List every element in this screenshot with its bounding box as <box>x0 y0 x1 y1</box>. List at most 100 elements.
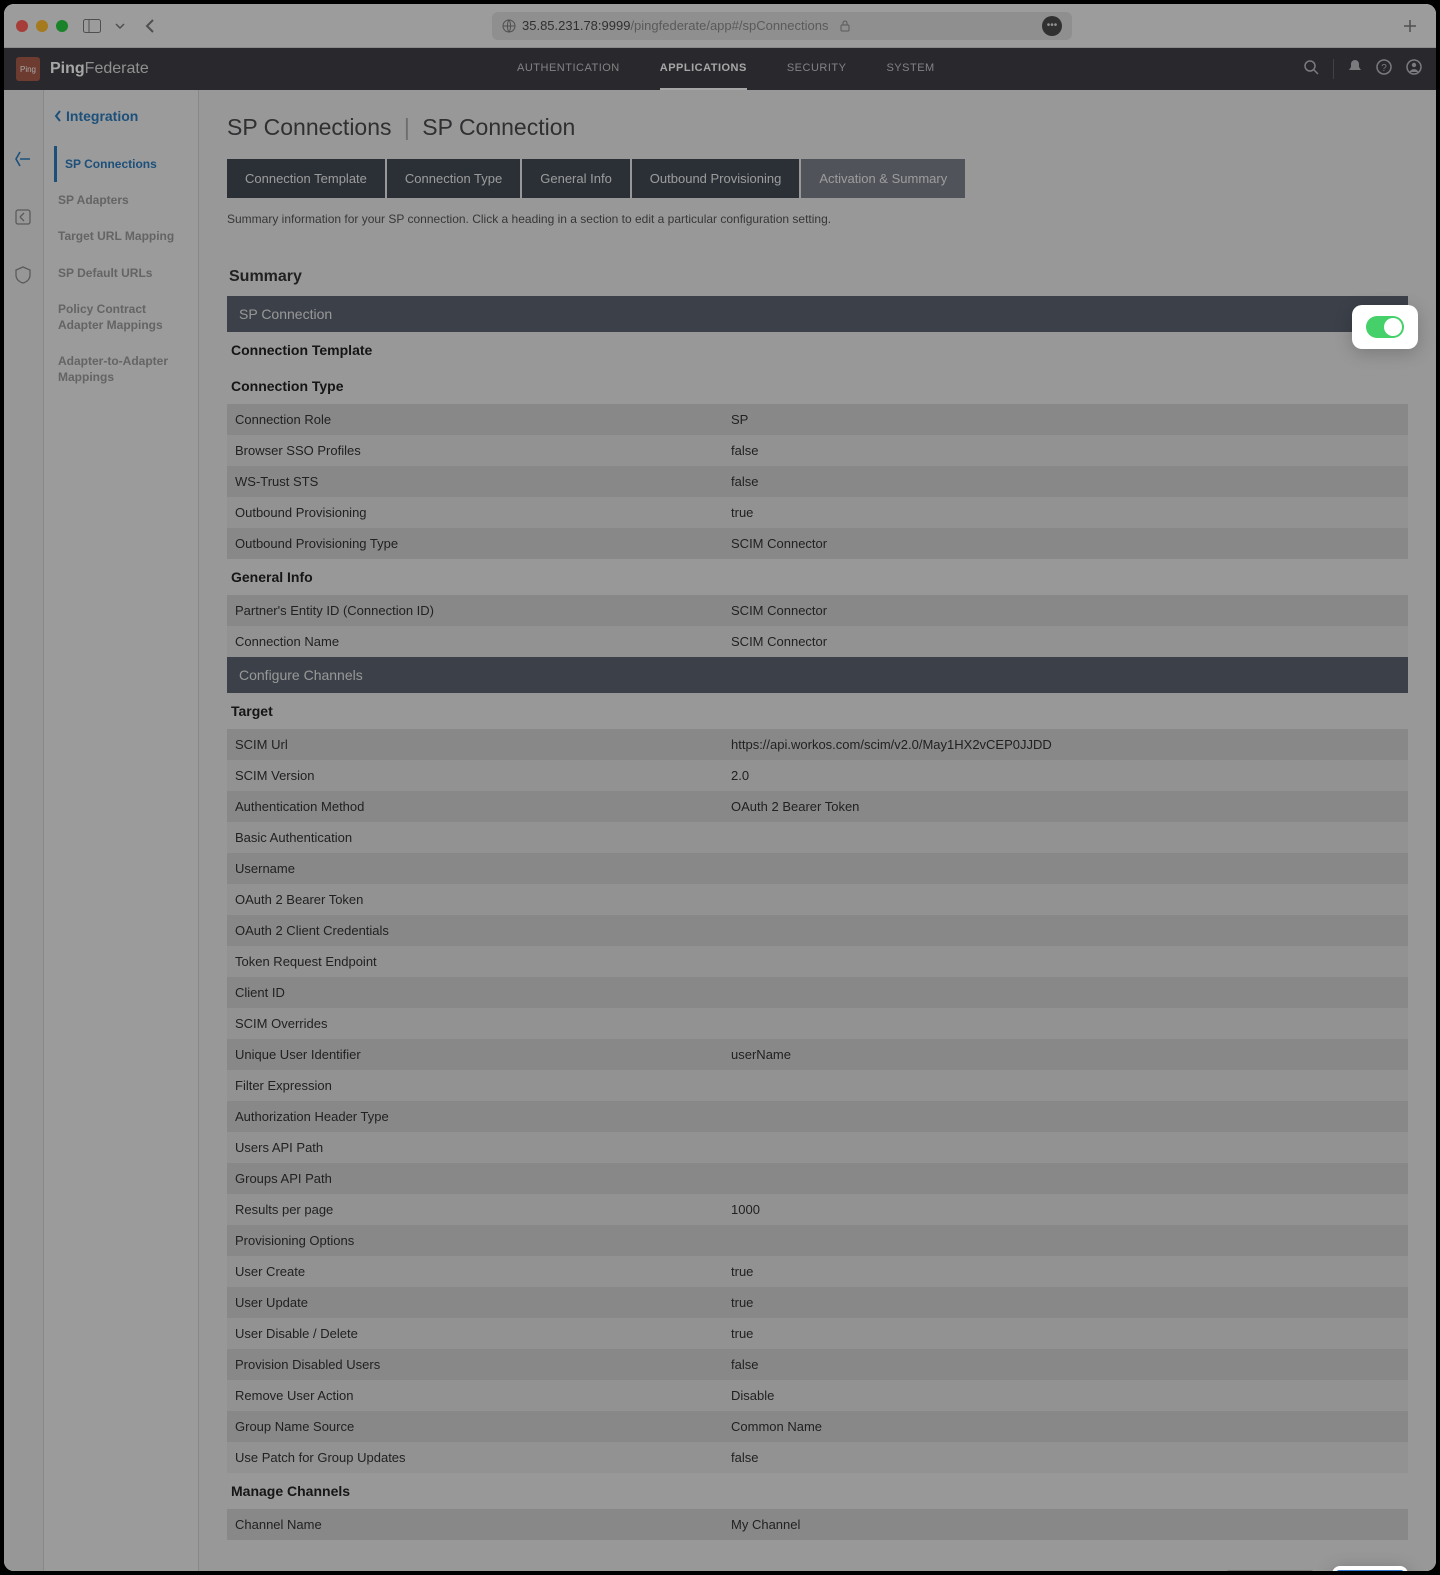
row-key: Channel Name <box>227 1509 723 1540</box>
row-key: User Create <box>227 1256 723 1287</box>
table-row[interactable]: Outbound Provisioning TypeSCIM Connector <box>227 528 1408 559</box>
search-icon[interactable] <box>1303 59 1319 79</box>
table-row[interactable]: Connection NameSCIM Connector <box>227 626 1408 657</box>
manage-channels-heading[interactable]: Manage Channels <box>227 1473 1408 1509</box>
table-row[interactable]: SCIM Overrides <box>227 1008 1408 1039</box>
general-info-heading[interactable]: General Info <box>227 559 1408 595</box>
table-row[interactable]: Authorization Header Type <box>227 1101 1408 1132</box>
table-row[interactable]: Filter Expression <box>227 1070 1408 1101</box>
url-field[interactable]: 35.85.231.78:9999/pingfederate/app#/spCo… <box>492 12 1072 40</box>
brand-name: PingFederate <box>50 60 149 78</box>
table-row[interactable]: Partner's Entity ID (Connection ID)SCIM … <box>227 595 1408 626</box>
rail-integration-icon[interactable] <box>14 150 34 170</box>
table-row[interactable]: User Createtrue <box>227 1256 1408 1287</box>
table-row[interactable]: User Updatetrue <box>227 1287 1408 1318</box>
close-window-icon[interactable] <box>16 20 28 32</box>
table-row[interactable]: Users API Path <box>227 1132 1408 1163</box>
table-row[interactable]: SCIM Urlhttps://api.workos.com/scim/v2.0… <box>227 729 1408 760</box>
sidebar-item-sp-adapters[interactable]: SP Adapters <box>54 182 188 218</box>
row-value <box>723 1163 1408 1194</box>
table-row[interactable]: OAuth 2 Bearer Token <box>227 884 1408 915</box>
table-row[interactable]: WS-Trust STSfalse <box>227 466 1408 497</box>
tab-connection-template[interactable]: Connection Template <box>227 159 385 198</box>
row-key: Groups API Path <box>227 1163 723 1194</box>
sp-connection-bar[interactable]: SP Connection <box>227 296 1408 332</box>
connection-enabled-toggle[interactable] <box>1366 316 1404 338</box>
table-row[interactable]: Remove User ActionDisable <box>227 1380 1408 1411</box>
table-row[interactable]: Group Name SourceCommon Name <box>227 1411 1408 1442</box>
table-row[interactable]: Connection RoleSP <box>227 404 1408 435</box>
back-icon[interactable] <box>140 16 160 36</box>
table-row[interactable]: Groups API Path <box>227 1163 1408 1194</box>
table-row[interactable]: Unique User IdentifieruserName <box>227 1039 1408 1070</box>
sidebar-item-sp-connections[interactable]: SP Connections <box>54 146 188 182</box>
table-row[interactable]: Token Request Endpoint <box>227 946 1408 977</box>
table-row[interactable]: Client ID <box>227 977 1408 1008</box>
nav-applications[interactable]: APPLICATIONS <box>660 48 747 90</box>
previous-button[interactable]: Previous <box>1226 1570 1315 1571</box>
sidebar-back[interactable]: Integration <box>54 108 188 124</box>
sidebar-item-adapter-to-adapter-mappings[interactable]: Adapter-to-Adapter Mappings <box>54 343 188 395</box>
configure-channels-bar[interactable]: Configure Channels <box>227 657 1408 693</box>
row-value: Disable <box>723 1380 1408 1411</box>
row-key: Results per page <box>227 1194 723 1225</box>
row-key: WS-Trust STS <box>227 466 723 497</box>
password-icon[interactable]: ••• <box>1042 16 1062 36</box>
tab-connection-type[interactable]: Connection Type <box>387 159 520 198</box>
table-row[interactable]: Browser SSO Profilesfalse <box>227 435 1408 466</box>
minimize-window-icon[interactable] <box>36 20 48 32</box>
connection-template-heading[interactable]: Connection Template <box>227 332 1408 368</box>
rail-oauth-icon[interactable] <box>14 208 34 228</box>
table-row[interactable]: Results per page1000 <box>227 1194 1408 1225</box>
nav-system[interactable]: SYSTEM <box>886 48 934 90</box>
help-icon[interactable]: ? <box>1376 59 1392 79</box>
rail-token-icon[interactable] <box>14 266 34 286</box>
tab-activation-summary[interactable]: Activation & Summary <box>801 159 965 198</box>
row-key: OAuth 2 Bearer Token <box>227 884 723 915</box>
row-key: Provisioning Options <box>227 1225 723 1256</box>
table-row[interactable]: Username <box>227 853 1408 884</box>
row-value: true <box>723 497 1408 528</box>
table-row[interactable]: SCIM Version2.0 <box>227 760 1408 791</box>
nav-security[interactable]: SECURITY <box>787 48 847 90</box>
row-value: OAuth 2 Bearer Token <box>723 791 1408 822</box>
zoom-window-icon[interactable] <box>56 20 68 32</box>
table-row[interactable]: User Disable / Deletetrue <box>227 1318 1408 1349</box>
chevron-down-icon[interactable] <box>110 16 130 36</box>
user-icon[interactable] <box>1406 59 1422 79</box>
window-controls[interactable] <box>16 20 68 32</box>
table-row[interactable]: Basic Authentication <box>227 822 1408 853</box>
save-button[interactable]: Save <box>1336 1570 1404 1571</box>
connection-type-heading[interactable]: Connection Type <box>227 368 1408 404</box>
sidebar-item-sp-default-urls[interactable]: SP Default URLs <box>54 255 188 291</box>
tab-outbound-provisioning[interactable]: Outbound Provisioning <box>632 159 800 198</box>
row-value: 2.0 <box>723 760 1408 791</box>
globe-icon <box>502 19 516 33</box>
summary-heading: Summary <box>227 258 1408 296</box>
table-row[interactable]: Authentication MethodOAuth 2 Bearer Toke… <box>227 791 1408 822</box>
row-key: Authorization Header Type <box>227 1101 723 1132</box>
tab-general-info[interactable]: General Info <box>522 159 630 198</box>
bell-icon[interactable] <box>1348 59 1362 79</box>
row-key: User Disable / Delete <box>227 1318 723 1349</box>
sidebar-toggle-icon[interactable] <box>82 16 102 36</box>
table-row[interactable]: Provisioning Options <box>227 1225 1408 1256</box>
row-key: Use Patch for Group Updates <box>227 1442 723 1473</box>
row-key: Username <box>227 853 723 884</box>
table-row[interactable]: Provision Disabled Usersfalse <box>227 1349 1408 1380</box>
nav-authentication[interactable]: AUTHENTICATION <box>517 48 620 90</box>
row-value <box>723 1132 1408 1163</box>
table-row[interactable]: Use Patch for Group Updatesfalse <box>227 1442 1408 1473</box>
sidebar-item-policy-contract-mappings[interactable]: Policy Contract Adapter Mappings <box>54 291 188 343</box>
target-heading[interactable]: Target <box>227 693 1408 729</box>
breadcrumb-root[interactable]: SP Connections <box>227 114 392 140</box>
primary-nav: AUTHENTICATION APPLICATIONS SECURITY SYS… <box>149 48 1303 90</box>
app-header: Ping PingFederate AUTHENTICATION APPLICA… <box>4 48 1436 90</box>
new-tab-icon[interactable] <box>1400 16 1420 36</box>
row-key: Authentication Method <box>227 791 723 822</box>
sidebar-item-target-url-mapping[interactable]: Target URL Mapping <box>54 218 188 254</box>
row-value <box>723 884 1408 915</box>
table-row[interactable]: OAuth 2 Client Credentials <box>227 915 1408 946</box>
table-row[interactable]: Outbound Provisioningtrue <box>227 497 1408 528</box>
table-row[interactable]: Channel NameMy Channel <box>227 1509 1408 1540</box>
